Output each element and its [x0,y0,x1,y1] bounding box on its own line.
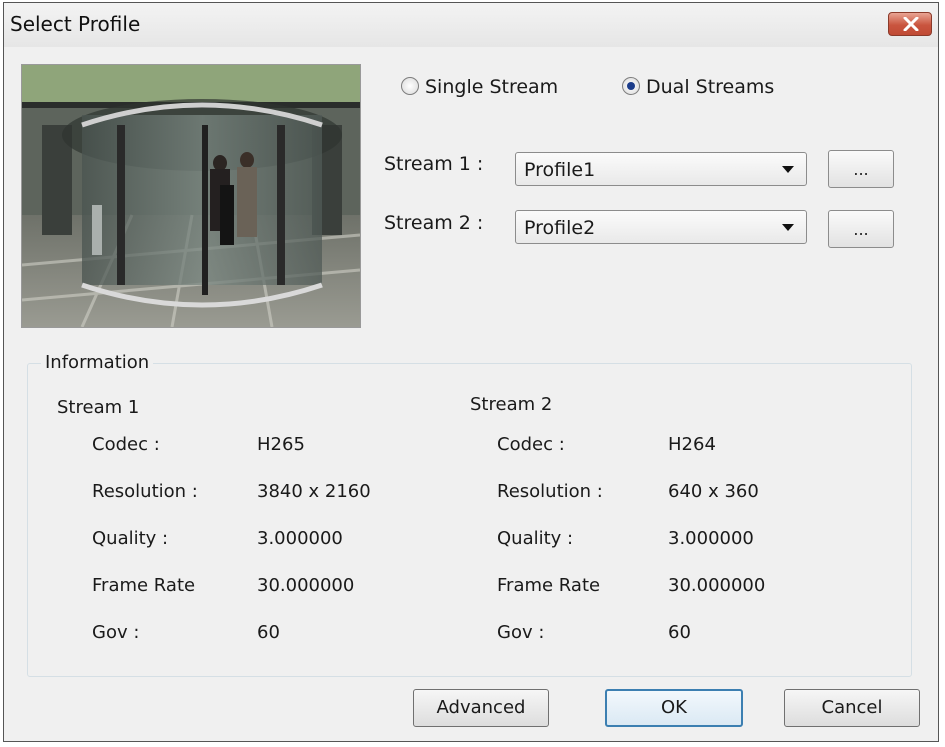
stream1-gov-value: 60 [257,622,280,643]
stream1-profile-select[interactable]: Profile1 [515,152,807,186]
dual-streams-radio[interactable]: Dual Streams [622,76,774,98]
stream2-resolution-key: Resolution : [497,481,603,502]
stream2-quality-key: Quality : [497,528,574,549]
single-stream-label: Single Stream [425,76,559,98]
stream2-more-button[interactable]: ... [828,210,894,248]
advanced-button[interactable]: Advanced [413,689,549,727]
stream2-info-title: Stream 2 [470,394,553,415]
close-icon [903,17,919,31]
stream1-info-title: Stream 1 [57,397,140,418]
stream2-label: Stream 2 : [384,212,484,234]
stream1-quality-key: Quality : [92,528,169,549]
stream1-codec-key: Codec : [92,434,160,455]
cancel-button[interactable]: Cancel [784,689,920,727]
stream2-codec-key: Codec : [497,434,565,455]
stream1-framerate-value: 30.000000 [257,575,355,596]
stream1-resolution-value: 3840 x 2160 [257,481,371,502]
stream2-framerate-value: 30.000000 [668,575,766,596]
camera-preview-image [21,64,361,328]
radio-checked-icon [622,77,640,95]
close-button[interactable] [888,12,932,36]
information-legend: Information [41,352,154,373]
stream1-framerate-key: Frame Rate [92,575,196,596]
stream1-label: Stream 1 : [384,153,484,175]
stream2-framerate-key: Frame Rate [497,575,601,596]
stream1-profile-value: Profile1 [524,159,596,181]
stream2-profile-select[interactable]: Profile2 [515,210,807,244]
ok-button[interactable]: OK [605,689,743,727]
stream2-gov-value: 60 [668,622,691,643]
stream1-gov-key: Gov : [92,622,140,643]
single-stream-radio[interactable]: Single Stream [401,76,558,98]
stream1-more-button[interactable]: ... [828,150,894,188]
stream1-resolution-key: Resolution : [92,481,198,502]
stream1-codec-value: H265 [257,434,305,455]
stream2-gov-key: Gov : [497,622,545,643]
dual-streams-label: Dual Streams [646,76,775,98]
stream2-profile-value: Profile2 [524,217,596,239]
title-bar: Select Profile [4,3,938,47]
window-title: Select Profile [10,12,141,36]
stream1-quality-value: 3.000000 [257,528,343,549]
radio-unchecked-icon [401,77,419,95]
stream2-quality-value: 3.000000 [668,528,754,549]
chevron-down-icon [782,224,794,231]
chevron-down-icon [782,166,794,173]
stream2-codec-value: H264 [668,434,716,455]
stream2-resolution-value: 640 x 360 [668,481,759,502]
